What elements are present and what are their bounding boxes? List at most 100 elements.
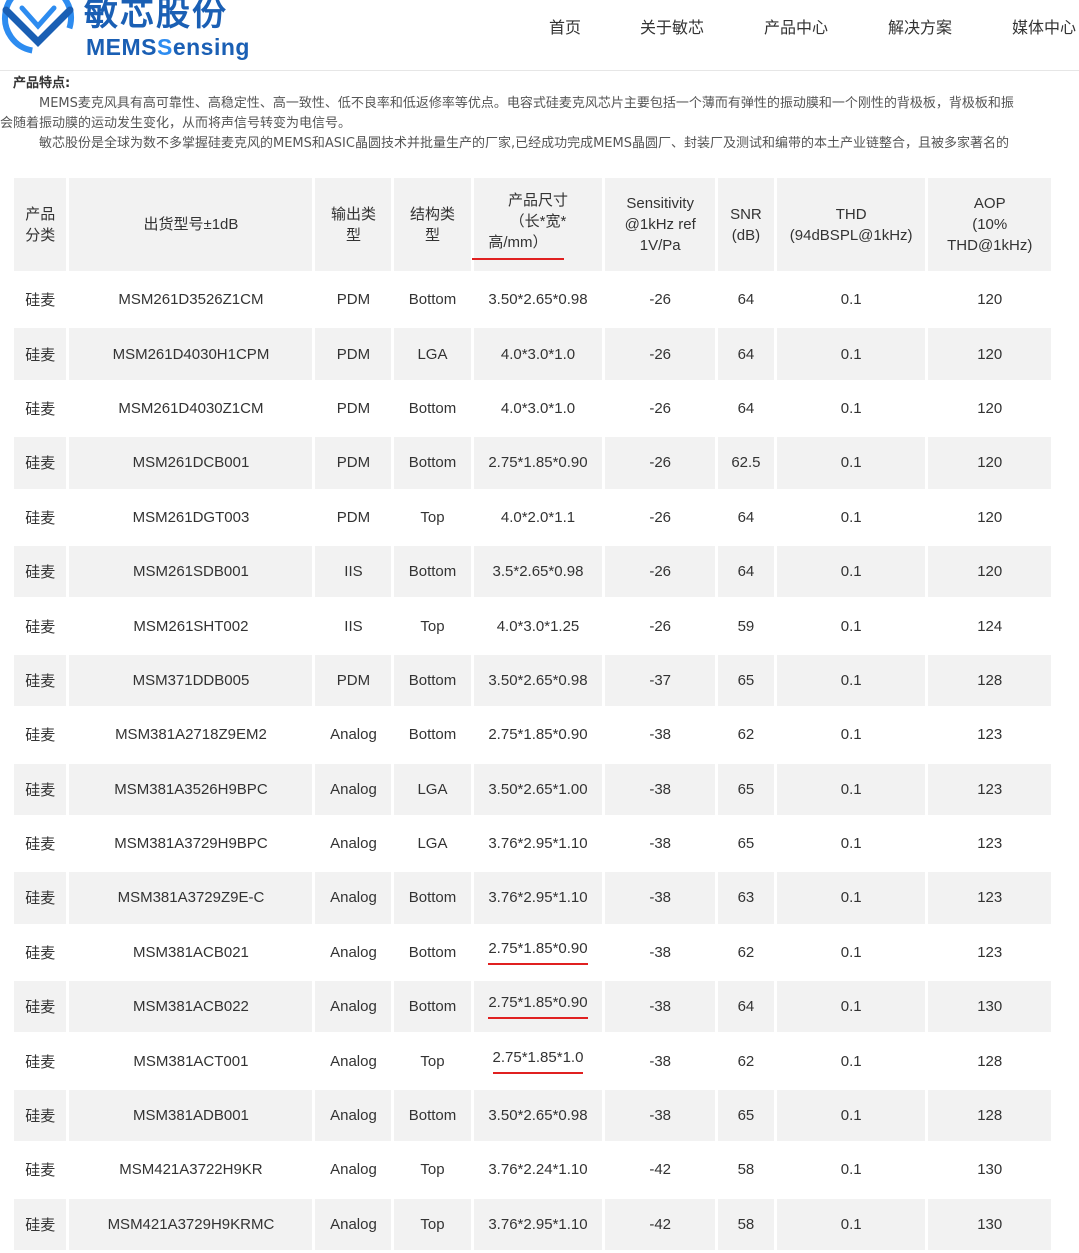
nav-item-products[interactable]: 产品中心: [764, 14, 828, 38]
cell-structure: Top: [394, 1035, 471, 1087]
cell-thd: 0.1: [776, 437, 926, 489]
cell-sensitivity: -26: [605, 491, 715, 543]
cell-size: 3.50*2.65*0.98: [473, 274, 603, 326]
cell-thd: 0.1: [776, 1144, 926, 1196]
cell-aop: 130: [928, 1144, 1051, 1196]
cell-snr: 64: [717, 491, 774, 543]
cell-size: 3.50*2.65*1.00: [473, 763, 603, 815]
cell-snr: 64: [717, 328, 774, 380]
cell-category: 硅麦: [14, 437, 67, 489]
cell-model: MSM381ACT001: [69, 1035, 313, 1087]
cell-sensitivity: -26: [605, 328, 715, 380]
cell-model: MSM381ADB001: [69, 1089, 313, 1142]
table-row: 硅麦 MSM381A3526H9BPC Analog LGA 3.50*2.65*1.0…: [14, 763, 1051, 815]
table-row: 硅麦 MSM381A3729H9BPC Analog LGA 3.76*2.95*1.1…: [14, 817, 1051, 870]
cell-model: MSM381A3729H9BPC: [69, 817, 313, 870]
cell-output: Analog: [315, 817, 392, 870]
cell-output: PDM: [315, 328, 392, 380]
cell-size: 2.75*1.85*0.90: [473, 981, 603, 1033]
table-row: 硅麦 MSM261D4030Z1CM PDM Bottom 4.0*3.0*1.0 -26…: [14, 382, 1051, 435]
cell-thd: 0.1: [776, 491, 926, 543]
table-row: 硅麦 MSM371DDB005 PDM Bottom 3.50*2.65*0.98 -37…: [14, 654, 1051, 707]
cell-aop: 120: [928, 545, 1051, 598]
header-output-line2: 型: [345, 226, 361, 244]
table-row: 硅麦 MSM381A2718Z9EM2 Analog Bottom 2.75*1.85*…: [14, 709, 1051, 761]
cell-structure: LGA: [394, 328, 471, 380]
cell-structure: LGA: [394, 817, 471, 870]
cell-snr: 64: [717, 981, 774, 1033]
cell-snr: 65: [717, 817, 774, 870]
header-thd-line2: (94dBSPL@1kHz): [789, 226, 913, 244]
cell-aop: 130: [928, 981, 1051, 1033]
cell-thd: 0.1: [776, 274, 926, 326]
features-title: 产品特点:: [13, 76, 71, 91]
header-thd-line1: THD: [835, 205, 867, 223]
cell-model: MSM421A3729H9KRMC: [69, 1198, 313, 1251]
nav-item-media[interactable]: 媒体中心: [1012, 14, 1076, 38]
cell-structure: Top: [394, 600, 471, 652]
cell-size: 3.50*2.65*0.98: [473, 1089, 603, 1142]
cell-aop: 120: [928, 437, 1051, 489]
product-table-container: 产品 分类 出货型号±1dB 输出类型 结构类型 产品尺寸 （长*宽* 高/mm） S…: [14, 175, 1054, 1253]
cell-output: Analog: [315, 872, 392, 924]
table-row: 硅麦 MSM381ACB021 Analog Bottom 2.75*1.85*0.90…: [14, 926, 1051, 979]
cell-model: MSM421A3722H9KR: [69, 1144, 313, 1196]
features-paragraph-2: 敏芯股份是全球为数不多掌握硅麦克风的MEMS和ASIC晶圆技术并批量生产的厂家,…: [39, 136, 1009, 151]
cell-thd: 0.1: [776, 1035, 926, 1087]
site-header: 敏芯股份 MEMSSensing 首页 关于敏芯 产品中心 解决方案 媒体中心: [0, 0, 1079, 71]
cell-size: 2.75*1.85*1.0: [473, 1035, 603, 1087]
cell-aop: 120: [928, 382, 1051, 435]
cell-aop: 128: [928, 654, 1051, 707]
cell-structure: Bottom: [394, 981, 471, 1033]
cell-aop: 123: [928, 817, 1051, 870]
product-features: 产品特点: MEMS麦克风具有高可靠性、高稳定性、高一致性、低不良率和低返修率等…: [0, 74, 1079, 154]
cell-thd: 0.1: [776, 763, 926, 815]
cell-sensitivity: -37: [605, 654, 715, 707]
nav-item-home[interactable]: 首页: [549, 14, 581, 38]
cell-size: 3.76*2.95*1.10: [473, 872, 603, 924]
cell-size: 3.76*2.95*1.10: [473, 1198, 603, 1251]
cell-category: 硅麦: [14, 1089, 67, 1142]
cell-output: Analog: [315, 1089, 392, 1142]
cell-size: 2.75*1.85*0.90: [473, 926, 603, 979]
header-aop-line2: (10%: [972, 216, 1008, 233]
table-row: 硅麦 MSM381ADB001 Analog Bottom 3.50*2.65*0.98…: [14, 1089, 1051, 1142]
cell-sensitivity: -26: [605, 600, 715, 652]
product-spec-table: 产品 分类 出货型号±1dB 输出类型 结构类型 产品尺寸 （长*宽* 高/mm） S…: [11, 175, 1054, 1253]
header-snr-line2: (dB): [731, 226, 761, 244]
cell-size: 4.0*2.0*1.1: [473, 491, 603, 543]
table-row: 硅麦 MSM261DCB001 PDM Bottom 2.75*1.85*0.90 -26…: [14, 437, 1051, 489]
cell-snr: 65: [717, 763, 774, 815]
cell-structure: Bottom: [394, 1089, 471, 1142]
brand-name-en[interactable]: MEMSSensing: [86, 34, 250, 61]
header-model: 出货型号±1dB: [69, 178, 313, 271]
cell-model: MSM261SHT002: [69, 600, 313, 652]
header-sensitivity-line2: @1kHz ref: [624, 216, 696, 233]
cell-snr: 65: [717, 1089, 774, 1142]
cell-output: PDM: [315, 654, 392, 707]
cell-model: MSM371DDB005: [69, 654, 313, 707]
cell-structure: Bottom: [394, 545, 471, 598]
cell-output: Analog: [315, 709, 392, 761]
cell-structure: Bottom: [394, 274, 471, 326]
cell-structure: LGA: [394, 763, 471, 815]
nav-item-about[interactable]: 关于敏芯: [640, 14, 704, 38]
cell-output: Analog: [315, 1144, 392, 1196]
cell-thd: 0.1: [776, 654, 926, 707]
cell-structure: Bottom: [394, 872, 471, 924]
cell-aop: 120: [928, 328, 1051, 380]
cell-size: 4.0*3.0*1.0: [473, 328, 603, 380]
cell-snr: 58: [717, 1144, 774, 1196]
cell-category: 硅麦: [14, 545, 67, 598]
cell-size: 3.76*2.95*1.10: [473, 817, 603, 870]
cell-aop: 128: [928, 1089, 1051, 1142]
cell-output: PDM: [315, 382, 392, 435]
annotated-size: 2.75*1.85*0.90: [488, 994, 588, 1020]
cell-size: 3.76*2.24*1.10: [473, 1144, 603, 1196]
cell-model: MSM381A2718Z9EM2: [69, 709, 313, 761]
nav-item-solutions[interactable]: 解决方案: [888, 14, 952, 38]
cell-thd: 0.1: [776, 872, 926, 924]
product-table-body: 硅麦 MSM261D3526Z1CM PDM Bottom 3.50*2.65*0.98…: [14, 274, 1051, 1251]
cell-aop: 120: [928, 274, 1051, 326]
cell-thd: 0.1: [776, 600, 926, 652]
